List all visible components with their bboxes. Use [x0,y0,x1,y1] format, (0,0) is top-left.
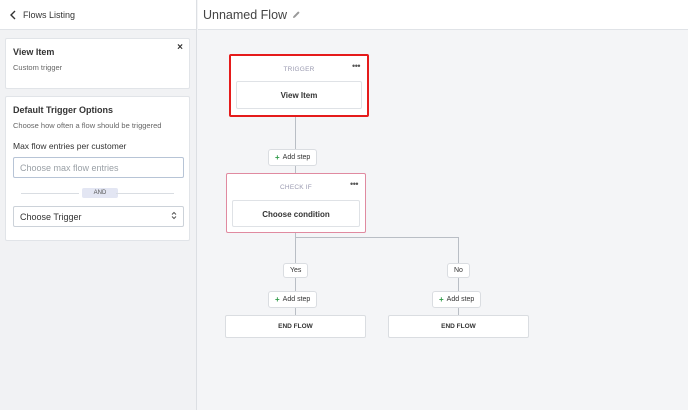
options-description: Choose how often a flow should be trigge… [13,121,162,130]
more-options-icon[interactable]: ••• [350,179,358,189]
add-step-label: Add step [446,296,475,303]
branch-connector-horizontal [295,237,459,238]
divider-line-right [116,193,174,194]
end-flow-no: END FLOW [388,315,529,338]
options-title: Default Trigger Options [13,105,114,115]
trigger-select[interactable]: Choose Trigger [13,206,184,227]
trigger-block[interactable]: TRIGGER ••• View Item [229,54,369,117]
add-step-label: Add step [282,154,311,161]
condition-card[interactable]: Choose condition [232,200,360,227]
end-flow-yes: END FLOW [225,315,366,338]
select-arrows-icon [171,211,177,222]
divider-line-left [21,193,79,194]
close-icon[interactable]: × [177,42,183,53]
branch-yes-label: Yes [283,263,309,278]
add-step-label: Add step [282,296,311,303]
plus-icon: + [439,295,444,304]
plus-icon: + [275,295,280,304]
chevron-left-icon [7,10,17,20]
check-if-block[interactable]: CHECK IF ••• Choose condition [226,173,366,233]
trigger-name: View Item [13,47,55,57]
more-options-icon[interactable]: ••• [352,61,360,71]
trigger-options-panel: Default Trigger Options Choose how often… [5,96,190,241]
trigger-card[interactable]: View Item [236,81,362,109]
flow-name: Unnamed Flow [203,7,288,22]
back-link-label: Flows Listing [23,9,76,20]
add-step-button-no[interactable]: + Add step [432,291,482,308]
plus-icon: + [275,153,280,162]
trigger-heading: TRIGGER [283,66,315,73]
and-divider: AND [13,188,182,198]
and-badge: AND [82,188,118,198]
selected-trigger-panel: View Item Custom trigger × [5,38,190,89]
check-if-heading: CHECK IF [280,184,312,191]
trigger-select-value: Choose Trigger [20,211,82,222]
flow-header: Unnamed Flow [198,0,688,30]
max-entries-input[interactable] [13,157,184,178]
trigger-type: Custom trigger [13,63,63,72]
branch-no-label: No [447,263,470,278]
add-step-button-yes[interactable]: + Add step [268,291,318,308]
pencil-icon[interactable] [292,10,301,19]
add-step-button[interactable]: + Add step [268,149,318,166]
max-entries-label: Max flow entries per customer [13,141,127,151]
back-to-flows-link[interactable]: Flows Listing [0,0,196,30]
sidebar: Flows Listing View Item Custom trigger ×… [0,0,197,410]
